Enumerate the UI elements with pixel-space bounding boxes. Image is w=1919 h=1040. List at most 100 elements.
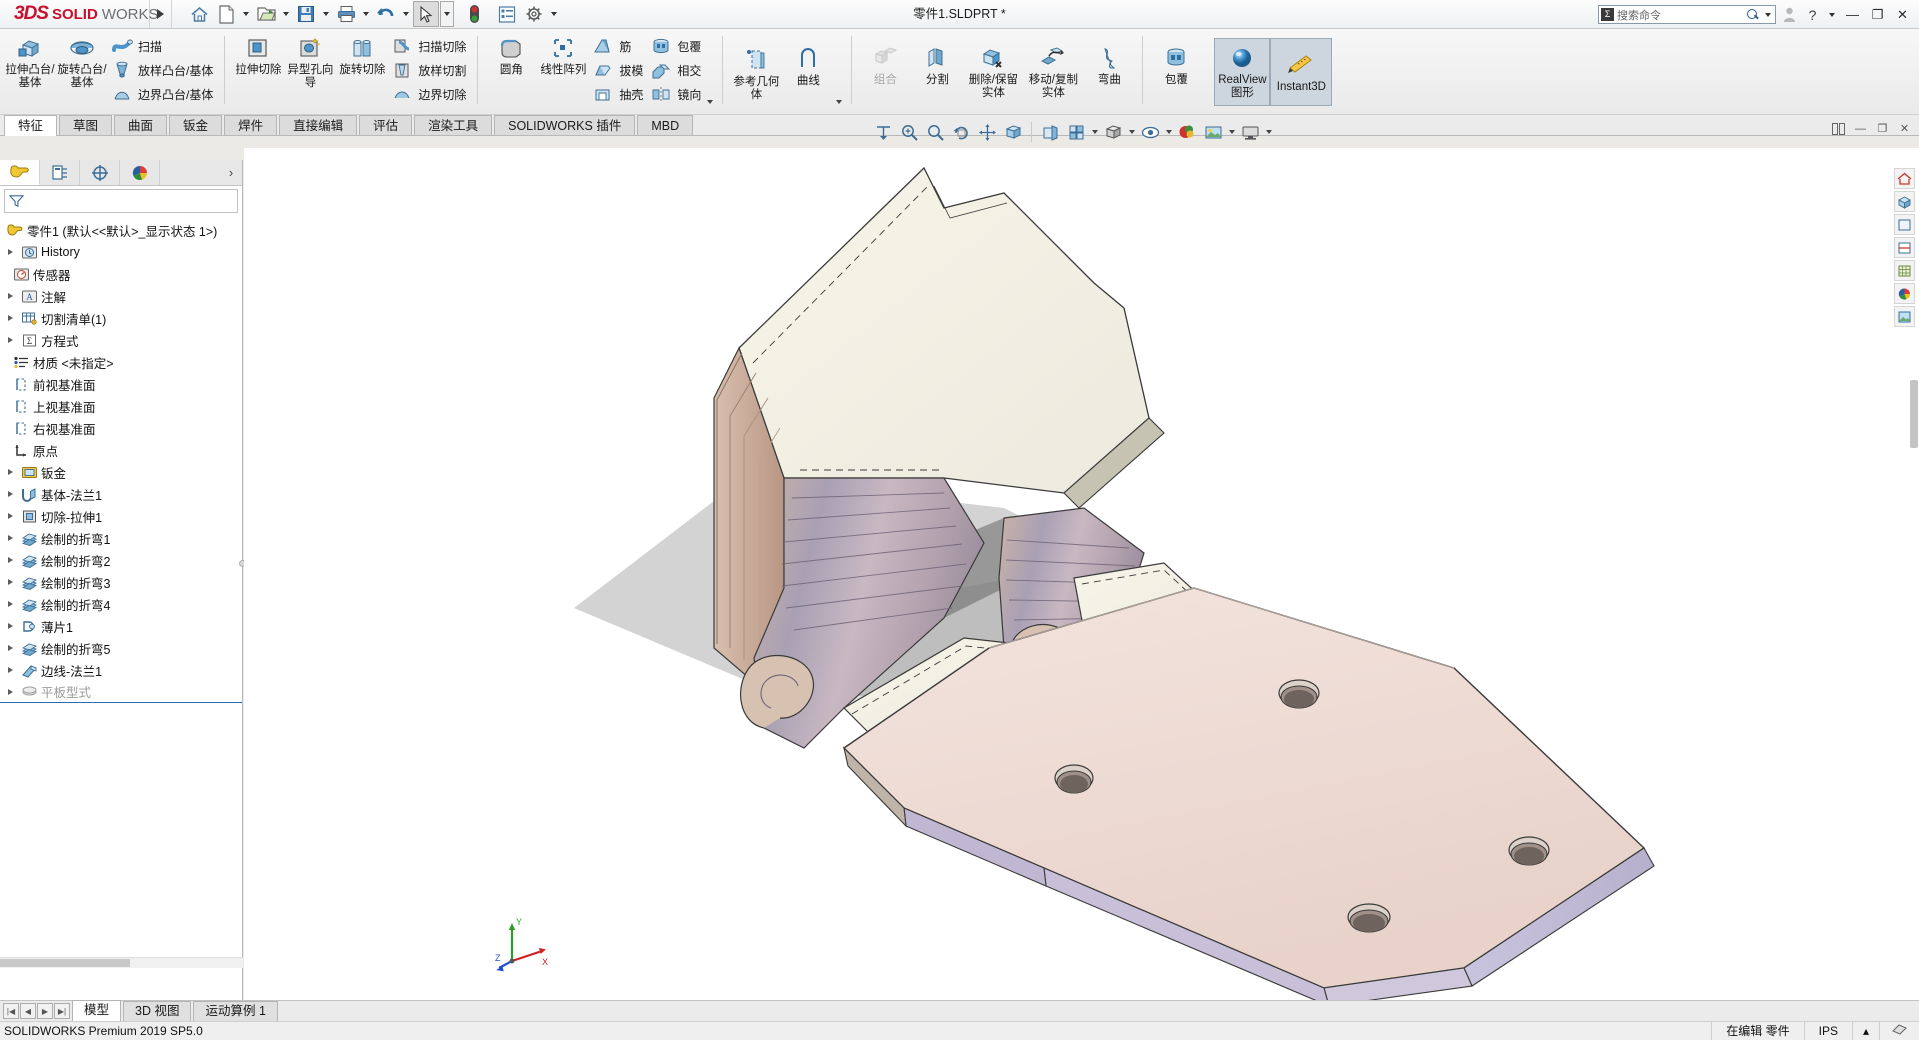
- flex-button[interactable]: 弯曲: [1083, 42, 1135, 89]
- rebuild-icon[interactable]: [461, 1, 487, 27]
- expand-arrow-icon[interactable]: [4, 510, 17, 523]
- undo-icon[interactable]: [373, 1, 399, 27]
- tab-weldments[interactable]: 焊件: [224, 115, 277, 135]
- rotate-view-icon[interactable]: [948, 119, 974, 145]
- extruded-cut-button[interactable]: 拉伸切除: [232, 32, 284, 79]
- first-tab-button[interactable]: |◀: [3, 1003, 19, 1019]
- curves-button[interactable]: 曲线: [782, 43, 834, 90]
- expand-arrow-icon[interactable]: [4, 466, 17, 479]
- wrap-button[interactable]: 包覆: [647, 35, 705, 58]
- expand-arrow-icon[interactable]: [4, 620, 17, 633]
- status-units-label[interactable]: IPS: [1804, 1022, 1852, 1040]
- hide-show-items-icon[interactable]: [1137, 119, 1163, 145]
- tree-item-flat-pattern[interactable]: 平板型式: [0, 681, 242, 703]
- intersect-button[interactable]: 相交: [647, 59, 705, 82]
- tab-evaluate[interactable]: 评估: [359, 115, 412, 135]
- tree-horizontal-scrollbar[interactable]: [0, 957, 243, 968]
- settings-gear-icon[interactable]: [521, 1, 547, 27]
- minimize-button[interactable]: —: [1842, 4, 1863, 25]
- user-profile-icon[interactable]: [1780, 5, 1799, 25]
- tree-item-sketched-bend-4[interactable]: 绘制的折弯4: [0, 593, 242, 615]
- select-dropdown[interactable]: [440, 1, 454, 27]
- tree-item-sketched-bend-5[interactable]: 绘制的折弯5: [0, 637, 242, 659]
- zoom-to-fit-icon[interactable]: [870, 119, 896, 145]
- last-tab-button[interactable]: ▶|: [54, 1003, 70, 1019]
- hole-wizard-button[interactable]: 异型孔向导: [284, 32, 336, 92]
- doc-restore-button[interactable]: ❐: [1874, 120, 1891, 137]
- view-settings-icon[interactable]: [1237, 119, 1263, 145]
- new-document-icon[interactable]: [213, 1, 239, 27]
- tree-item-front-plane[interactable]: 前视基准面: [0, 373, 242, 395]
- doc-close-button[interactable]: ✕: [1896, 120, 1913, 137]
- display-style-dropdown[interactable]: [1126, 119, 1137, 145]
- lofted-cut-button[interactable]: 放样切割: [388, 59, 470, 82]
- extrude-boss-button[interactable]: 拉伸凸台/基体: [4, 32, 56, 92]
- edit-appearance-icon[interactable]: [1174, 119, 1200, 145]
- view-section-icon[interactable]: [1894, 237, 1915, 258]
- help-icon[interactable]: ?: [1803, 5, 1822, 25]
- select-icon[interactable]: [413, 1, 439, 27]
- bottom-tab-model[interactable]: 模型: [72, 1000, 121, 1021]
- view-home-icon[interactable]: [1894, 168, 1915, 189]
- rib-button[interactable]: 筋: [589, 35, 647, 58]
- settings-dropdown[interactable]: [548, 1, 560, 27]
- feature-manager-tab[interactable]: [0, 160, 40, 185]
- view-isometric-icon[interactable]: [1894, 191, 1915, 212]
- revolved-cut-button[interactable]: 旋转切除: [336, 32, 388, 79]
- view-scene-icon[interactable]: [1894, 306, 1915, 327]
- tab-features[interactable]: 特征: [4, 115, 57, 136]
- boundary-cut-button[interactable]: 边界切除: [388, 83, 470, 106]
- save-dropdown[interactable]: [320, 1, 332, 27]
- tree-item-sensors[interactable]: 传感器: [0, 263, 242, 285]
- mirror-button[interactable]: 镜向: [647, 83, 705, 106]
- boundary-boss-button[interactable]: 边界凸台/基体: [108, 83, 217, 106]
- linear-pattern-button[interactable]: 线性阵列: [537, 32, 589, 79]
- view-orientation-icon[interactable]: [1063, 119, 1089, 145]
- view-appearance-icon[interactable]: [1894, 283, 1915, 304]
- wrap2-button[interactable]: 包覆: [1150, 42, 1202, 89]
- tab-direct-editing[interactable]: 直接编辑: [279, 115, 357, 135]
- apply-scene-dropdown[interactable]: [1226, 119, 1237, 145]
- lofted-boss-button[interactable]: 放样凸台/基体: [108, 59, 217, 82]
- tree-item-equations[interactable]: Σ 方程式: [0, 329, 242, 351]
- tab-sketch[interactable]: 草图: [59, 115, 112, 135]
- zoom-to-area-icon[interactable]: [896, 119, 922, 145]
- tree-scrollbar-thumb[interactable]: [0, 959, 130, 967]
- restore-button[interactable]: ❐: [1867, 4, 1888, 25]
- property-manager-tab[interactable]: [40, 160, 80, 185]
- tree-item-sheetmetal[interactable]: 钣金: [0, 461, 242, 483]
- next-tab-button[interactable]: ▶: [37, 1003, 53, 1019]
- tree-item-origin[interactable]: 原点: [0, 439, 242, 461]
- delete-keep-body-button[interactable]: 删除/保留实体: [963, 42, 1023, 102]
- new-document-dropdown[interactable]: [240, 1, 252, 27]
- tab-surfaces[interactable]: 曲面: [114, 115, 167, 135]
- reference-more-dropdown[interactable]: [834, 95, 844, 104]
- tree-item-cut-extrude[interactable]: 切除-拉伸1: [0, 505, 242, 527]
- zoom-in-out-icon[interactable]: [922, 119, 948, 145]
- view-orientation-dropdown[interactable]: [1089, 119, 1100, 145]
- expand-arrow-icon[interactable]: [4, 598, 17, 611]
- configuration-manager-tab[interactable]: [80, 160, 120, 185]
- tree-item-base-flange[interactable]: 基体-法兰1: [0, 483, 242, 505]
- open-document-dropdown[interactable]: [280, 1, 292, 27]
- tree-filter-input[interactable]: [4, 189, 238, 213]
- search-dropdown[interactable]: [1763, 2, 1773, 28]
- graphics-viewport[interactable]: Y X Z: [244, 148, 1919, 1008]
- combine-button[interactable]: 组合: [859, 42, 911, 89]
- tree-root-part[interactable]: 零件1 (默认<<默认>_显示状态 1>): [0, 219, 242, 241]
- expand-arrow-icon[interactable]: [4, 554, 17, 567]
- revolve-boss-button[interactable]: 旋转凸台/基体: [56, 32, 108, 92]
- hide-show-dropdown[interactable]: [1163, 119, 1174, 145]
- display-style-icon[interactable]: [1100, 119, 1126, 145]
- features-more-dropdown[interactable]: [705, 95, 715, 104]
- bottom-tab-3dviews[interactable]: 3D 视图: [123, 1001, 191, 1021]
- apply-scene-icon[interactable]: [1200, 119, 1226, 145]
- search-commands-box[interactable]: Σ 搜索命令: [1598, 5, 1776, 24]
- options-list-icon[interactable]: [494, 1, 520, 27]
- status-units-dropdown[interactable]: ▴: [1852, 1022, 1879, 1040]
- tree-item-top-plane[interactable]: 上视基准面: [0, 395, 242, 417]
- save-icon[interactable]: [293, 1, 319, 27]
- tree-item-right-plane[interactable]: 右视基准面: [0, 417, 242, 439]
- view-front-icon[interactable]: [1894, 214, 1915, 235]
- search-magnifier-icon[interactable]: [1746, 8, 1760, 22]
